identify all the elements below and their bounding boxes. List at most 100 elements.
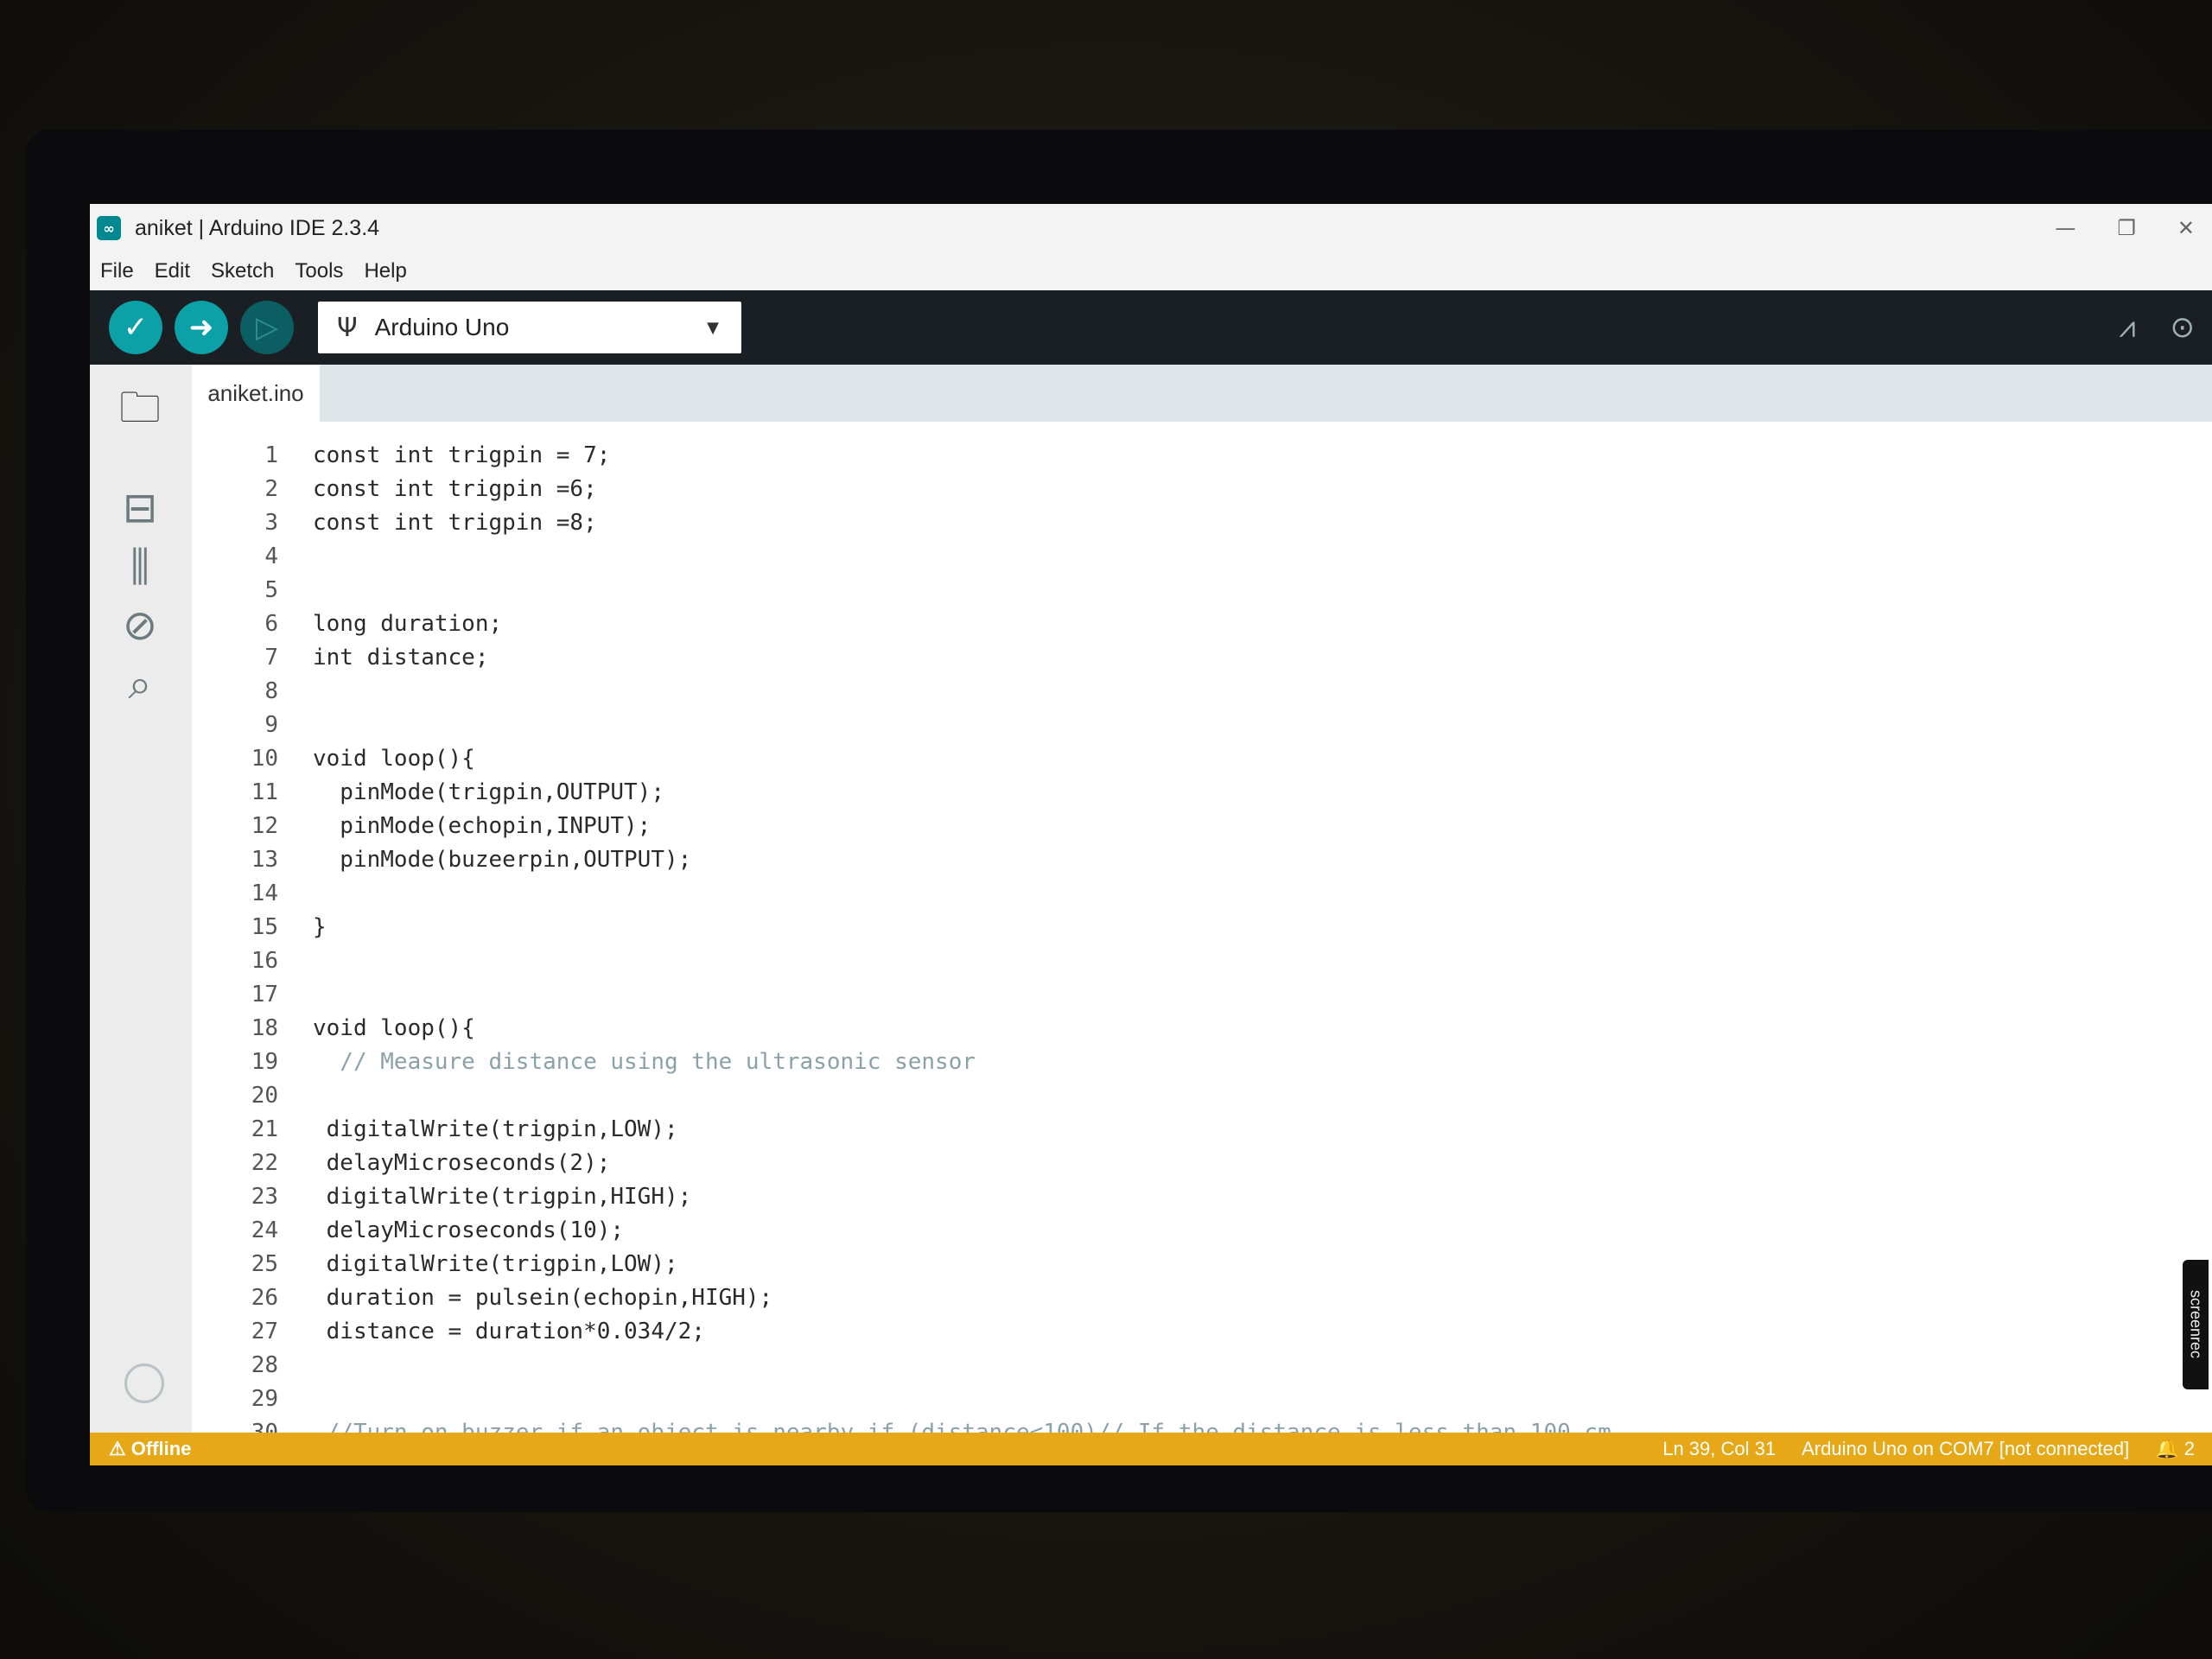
menu-tools[interactable]: Tools [284,259,353,283]
code-text: duration = pulsein(echopin,HIGH); [313,1285,773,1311]
window-controls: — ❐ ✕ [2055,204,2195,252]
code-line: 30 //Turn on buzzer if an object is near… [192,1416,2212,1433]
code-text: digitalWrite(trigpin,LOW); [313,1116,678,1142]
sketchbook-icon[interactable]: 🗀 [109,382,171,444]
code-line: 23 digitalWrite(trigpin,HIGH); [192,1180,2212,1214]
code-line: 7 int distance; [192,641,2212,675]
photo-background: ∞ aniket | Arduino IDE 2.3.4 — ❐ ✕ File … [0,0,2212,1659]
monitor-icon[interactable]: ⊙ [2171,310,2196,345]
offline-status[interactable]: ⚠ Offline [109,1438,191,1460]
profile-icon[interactable] [124,1363,164,1403]
code-text: digitalWrite(trigpin,LOW); [313,1251,678,1277]
warning-icon: ⚠ [109,1438,126,1459]
code-line: 2 const int trigpin =6; [192,473,2212,506]
code-line: 18 void loop(){ [192,1012,2212,1046]
plotter-icon[interactable]: ⩘ [2119,310,2135,345]
bell-icon: 🔔 [2155,1438,2179,1459]
status-right: Ln 39, Col 31 Arduino Uno on COM7 [not c… [1662,1433,2195,1465]
code-line: 1 const int trigpin = 7; [192,439,2212,473]
code-text: const int trigpin =6; [313,476,597,502]
toolbar: ✓ ➜ ▷ Ψ Arduino Uno ▼ ⩘ ⊙ [90,290,2212,365]
tab-aniket-ino[interactable]: aniket.ino [192,365,320,422]
code-editor[interactable]: 1 const int trigpin = 7; 2 const int trigpi… [192,422,2212,1433]
line-number: 4 [264,543,278,569]
line-number: 14 [251,880,278,906]
boards-manager-icon[interactable]: ⊟ [109,477,171,539]
line-number: 24 [251,1217,278,1243]
debug-panel-icon[interactable]: ⊘ [109,594,171,657]
close-icon[interactable]: ✕ [2177,216,2195,240]
arduino-ide-window: ∞ aniket | Arduino IDE 2.3.4 — ❐ ✕ File … [90,204,2212,1465]
code-line: 15} [192,911,2212,944]
code-text: pinMode(echopin,INPUT); [313,813,652,839]
status-bar: ⚠ Offline Ln 39, Col 31 Arduino Uno on C… [90,1433,2212,1465]
line-number: 11 [251,779,278,805]
upload-button[interactable]: ➜ [175,301,228,354]
code-text: delayMicroseconds(2); [313,1150,611,1176]
code-text: long duration; [313,611,503,637]
library-manager-icon[interactable]: ⫼ [109,536,171,598]
cursor-position[interactable]: Ln 39, Col 31 [1662,1438,1776,1460]
code-line: 16 [192,944,2212,978]
board-port-status[interactable]: Arduino Uno on COM7 [not connected] [1802,1438,2129,1460]
line-number: 25 [251,1251,278,1277]
code-text: } [313,914,327,940]
line-number: 8 [264,678,278,704]
menu-edit[interactable]: Edit [144,259,200,283]
line-number: 1 [264,442,278,468]
code-text: pinMode(buzeerpin,OUTPUT); [313,847,692,873]
notifications[interactable]: 🔔 2 [2155,1438,2195,1460]
code-line: 5 [192,574,2212,607]
line-number: 7 [264,645,278,671]
code-text: //Turn on buzzer if an object is nearby … [313,1420,1611,1433]
line-number: 16 [251,948,278,974]
code-line: 9 [192,709,2212,742]
line-number: 19 [251,1049,278,1075]
line-number: 22 [251,1150,278,1176]
code-line: 3 const int trigpin =8; [192,506,2212,540]
line-number: 23 [251,1184,278,1210]
title-bar: ∞ aniket | Arduino IDE 2.3.4 — ❐ ✕ [90,204,2212,252]
code-line: 4 [192,540,2212,574]
usb-icon: Ψ [337,312,358,343]
board-name: Arduino Uno [374,314,510,340]
code-text: void loop(){ [313,746,475,772]
code-line: 8 [192,675,2212,709]
minimize-icon[interactable]: — [2055,216,2075,240]
code-line: 14 [192,877,2212,911]
code-text: distance = duration*0.034/2; [313,1319,705,1344]
line-number: 28 [251,1352,278,1378]
line-number: 26 [251,1285,278,1311]
debug-icon: ▷ [255,310,279,345]
restore-icon[interactable]: ❐ [2117,216,2136,240]
debug-button[interactable]: ▷ [240,301,294,354]
code-line: 12 pinMode(echopin,INPUT); [192,810,2212,843]
menu-file[interactable]: File [90,259,144,283]
code-line: 22 delayMicroseconds(2); [192,1147,2212,1180]
search-icon[interactable]: ⌕ [109,653,171,715]
line-number: 9 [264,712,278,738]
line-number: 3 [264,510,278,536]
code-line: 21 digitalWrite(trigpin,LOW); [192,1113,2212,1147]
code-line: 24 delayMicroseconds(10); [192,1214,2212,1248]
check-icon: ✓ [123,310,149,345]
window-title: aniket | Arduino IDE 2.3.4 [135,215,380,240]
verify-button[interactable]: ✓ [109,301,162,354]
board-selector[interactable]: Ψ Arduino Uno ▼ [318,302,741,353]
menu-help[interactable]: Help [353,259,416,283]
code-line: 20 [192,1079,2212,1113]
code-line: 19 // Measure distance using the ultraso… [192,1046,2212,1079]
menu-sketch[interactable]: Sketch [200,259,284,283]
code-line: 25 digitalWrite(trigpin,LOW); [192,1248,2212,1281]
code-text: const int trigpin =8; [313,510,597,536]
code-line: 27 distance = duration*0.034/2; [192,1315,2212,1349]
line-number: 5 [264,577,278,603]
line-number: 15 [251,914,278,940]
code-text: void loop(){ [313,1015,475,1041]
line-number: 20 [251,1083,278,1109]
code-line: 28 [192,1349,2212,1382]
code-text: int distance; [313,645,489,671]
line-number: 10 [251,746,278,772]
code-line: 13 pinMode(buzeerpin,OUTPUT); [192,843,2212,877]
arduino-logo-icon: ∞ [97,216,121,240]
